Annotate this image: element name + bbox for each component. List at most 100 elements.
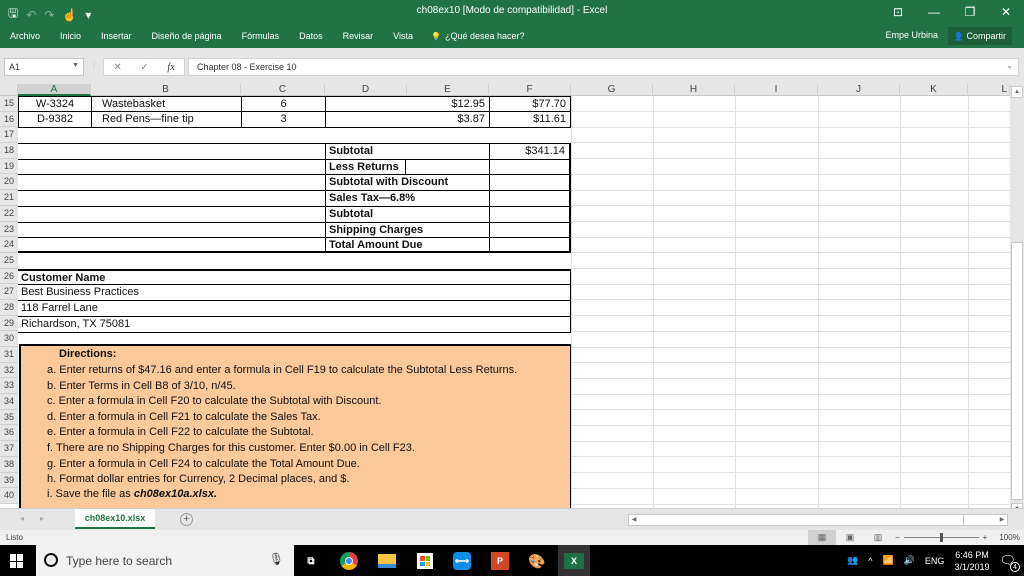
summary-blank[interactable] (18, 174, 325, 190)
column-header-h[interactable]: H (653, 84, 735, 96)
next-sheet-icon[interactable]: ▸ (40, 514, 44, 523)
summary-blank[interactable] (18, 221, 325, 238)
sheet-tab-active[interactable]: ch08ex10.xlsx (75, 509, 155, 529)
summary-blank[interactable] (18, 190, 325, 206)
customer-address[interactable]: 118 Farrel Lane (18, 301, 571, 317)
customer-heading[interactable]: Customer Name (18, 269, 571, 285)
tab-insertar[interactable]: Insertar (91, 31, 142, 41)
zoom-level[interactable]: 100% (999, 533, 1019, 542)
wifi-icon[interactable]: 📶 (882, 555, 893, 566)
row-header[interactable]: 39 (0, 473, 18, 489)
cell-e15[interactable]: $12.95 (325, 96, 489, 112)
excel-taskbar-icon[interactable]: X (558, 545, 590, 576)
save-icon[interactable]: 🖫 (8, 4, 18, 25)
column-header-k[interactable]: K (900, 84, 968, 96)
cell-b16[interactable]: Red Pens—fine tip (91, 112, 241, 128)
show-hidden-icons[interactable]: ^ (868, 556, 872, 566)
row-header[interactable]: 25 (0, 253, 18, 269)
summary-label[interactable]: Less Returns (325, 158, 489, 175)
powerpoint-icon[interactable]: P (489, 550, 511, 572)
vertical-scrollbar[interactable]: ▲ ▼ (1010, 84, 1024, 515)
summary-label[interactable]: Subtotal (325, 205, 489, 222)
formula-bar-splitter[interactable]: ⋮ (90, 61, 98, 70)
zoom-track[interactable] (903, 533, 979, 542)
column-header-l[interactable]: L (968, 84, 1010, 96)
summary-label[interactable]: Shipping Charges (325, 221, 489, 238)
summary-value[interactable] (489, 158, 571, 175)
tab-inicio[interactable]: Inicio (50, 31, 91, 41)
select-all-corner[interactable] (0, 84, 18, 96)
cell-c15[interactable]: 6 (241, 96, 325, 112)
customer-name[interactable]: Best Business Practices (18, 285, 571, 301)
language-indicator[interactable]: ENG (925, 556, 945, 566)
row-header[interactable]: 27 (0, 284, 18, 300)
row-header[interactable]: 19 (0, 159, 18, 175)
column-header-e[interactable]: E (407, 84, 489, 96)
zoom-slider[interactable]: − + 100% (895, 530, 1020, 545)
vertical-scroll-thumb[interactable] (1011, 242, 1023, 500)
row-header[interactable]: 32 (0, 363, 18, 379)
file-explorer-icon[interactable] (376, 550, 398, 572)
summary-value[interactable]: $341.14 (489, 143, 571, 159)
expand-formula-bar-icon[interactable]: ⌄ (1006, 61, 1013, 70)
tab-datos[interactable]: Datos (289, 31, 333, 41)
cell-b15[interactable]: Wastebasket (91, 96, 241, 112)
summary-label[interactable]: Sales Tax—6.8% (325, 190, 489, 207)
tab-diseno-pagina[interactable]: Diseño de página (142, 31, 232, 41)
customer-city[interactable]: Richardson, TX 75081 (18, 317, 571, 333)
row-header[interactable]: 37 (0, 441, 18, 457)
page-break-view-icon[interactable]: ▥ (864, 530, 892, 545)
row-header[interactable]: 23 (0, 222, 18, 238)
column-header-d[interactable]: D (325, 84, 407, 96)
summary-value[interactable] (489, 237, 571, 254)
chevron-down-icon[interactable]: ▼ (72, 62, 79, 69)
ribbon-display-options-button[interactable]: ⊡ (880, 0, 916, 24)
paint-icon[interactable]: 🎨 (526, 550, 548, 572)
worksheet-grid[interactable]: A B C D E F G H I J K L 15 16 17 18 19 20 21 22… (0, 84, 1010, 508)
summary-value[interactable] (489, 205, 571, 222)
row-header[interactable]: 16 (0, 112, 18, 128)
customize-qat-icon[interactable]: ▾ (85, 8, 91, 22)
summary-label[interactable]: Subtotal with Discount (325, 174, 489, 191)
horizontal-scroll-thumb[interactable] (639, 515, 964, 525)
user-name[interactable]: Empe Urbina (885, 30, 938, 40)
row-header[interactable]: 29 (0, 316, 18, 332)
row-header[interactable]: 34 (0, 394, 18, 410)
action-center-icon[interactable]: 🗨 4 (999, 553, 1020, 572)
row-header[interactable]: 22 (0, 206, 18, 222)
row-header[interactable]: 24 (0, 237, 18, 253)
normal-view-icon[interactable]: ▦ (808, 530, 836, 545)
zoom-in-button[interactable]: + (983, 533, 988, 542)
row-header[interactable]: 21 (0, 190, 18, 206)
clock[interactable]: 6:46 PM 3/1/2019 (954, 549, 989, 573)
tab-formulas[interactable]: Fórmulas (232, 31, 290, 41)
tab-vista[interactable]: Vista (383, 31, 423, 41)
add-sheet-button[interactable]: + (180, 513, 193, 526)
summary-blank[interactable] (18, 237, 325, 254)
tab-archivo[interactable]: Archivo (0, 31, 50, 41)
volume-icon[interactable]: 🔊 (904, 555, 915, 566)
formula-input[interactable]: Chapter 08 - Exercise 10 ⌄ (188, 58, 1019, 76)
scroll-right-icon[interactable]: ▶ (997, 515, 1007, 525)
tell-me-box[interactable]: 💡 ¿Qué desea hacer? (423, 31, 525, 41)
tab-revisar[interactable]: Revisar (333, 31, 384, 41)
zoom-knob[interactable] (939, 533, 943, 542)
summary-value[interactable] (489, 190, 571, 207)
windows-start-icon[interactable] (10, 554, 24, 568)
page-layout-view-icon[interactable]: ▣ (836, 530, 864, 545)
row-header[interactable]: 35 (0, 410, 18, 426)
column-header-c[interactable]: C (241, 84, 325, 96)
chrome-icon[interactable] (338, 550, 360, 572)
cell-f16[interactable]: $11.61 (489, 112, 571, 128)
row-header[interactable]: 15 (0, 96, 18, 112)
row-header[interactable]: 30 (0, 331, 18, 347)
enter-icon[interactable]: ✓ (140, 62, 148, 73)
scroll-left-icon[interactable]: ◀ (629, 515, 639, 525)
undo-icon[interactable]: ↶ (26, 8, 36, 22)
summary-blank[interactable] (18, 158, 325, 175)
row-header[interactable]: 28 (0, 300, 18, 316)
people-icon[interactable]: 👥 (847, 555, 858, 566)
task-view-icon[interactable]: ⧉ (300, 550, 322, 572)
touch-mode-icon[interactable]: ☝ (62, 8, 77, 22)
directions-box[interactable]: Directions: a. Enter returns of $47.16 a… (19, 344, 572, 508)
